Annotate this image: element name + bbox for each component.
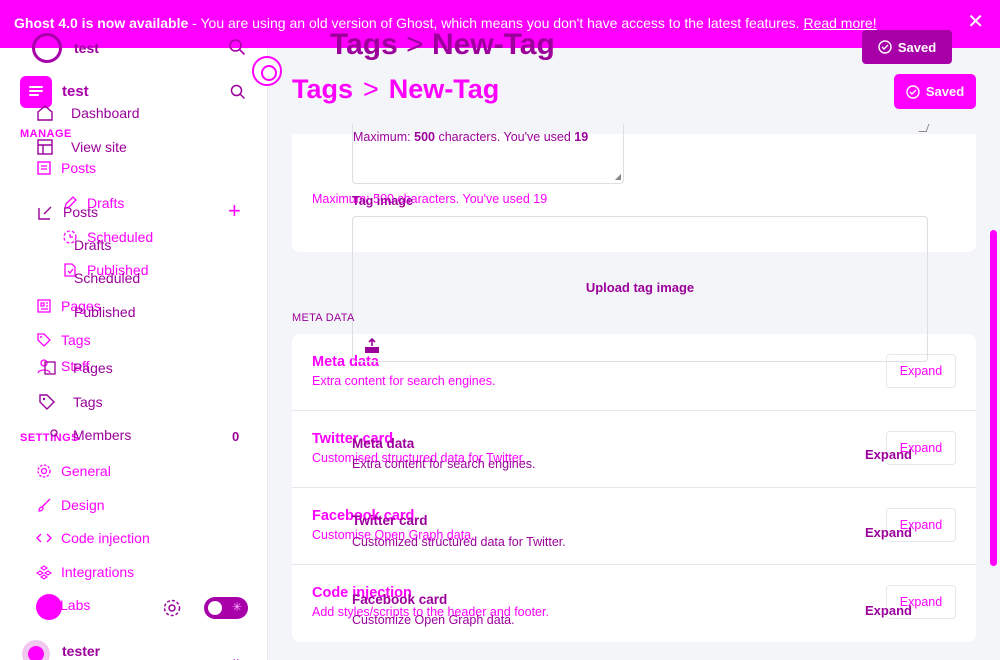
site-icon: [252, 56, 282, 86]
breadcrumb: Tags > New-Tag: [292, 74, 499, 105]
settings-gear-icon[interactable]: [162, 598, 182, 623]
brush-icon: [38, 498, 51, 512]
pages-icon: [37, 299, 51, 313]
saved-button[interactable]: Saved: [894, 74, 976, 109]
tag-icon: [37, 333, 51, 347]
check-circle-icon: [906, 84, 920, 99]
ghost-breadcrumb: Tags > New-Tag: [330, 28, 555, 61]
nav-published-back[interactable]: Published: [74, 304, 136, 320]
description-textarea[interactable]: Maximum: 500 characters. You've used 19 …: [352, 124, 624, 184]
close-icon[interactable]: ✕: [967, 12, 984, 32]
overlay-expand[interactable]: Expand: [865, 447, 912, 462]
nav-tags-back[interactable]: Tags: [38, 393, 103, 411]
breadcrumb-current: New-Tag: [388, 74, 500, 104]
char-count-hint: Maximum: 500 characters. You've used 19: [353, 130, 589, 144]
page-icon: [44, 361, 56, 375]
upload-icon[interactable]: [364, 337, 380, 359]
nav-drafts-back[interactable]: Drafts: [74, 237, 111, 253]
nav-view-site[interactable]: View site: [36, 138, 127, 156]
home-icon: [37, 105, 53, 121]
breadcrumb-root[interactable]: Tags: [292, 74, 353, 104]
overlay-desc: Extra content for search engines.: [352, 457, 536, 471]
overlay-title: Meta data: [352, 436, 415, 451]
overlay-expand[interactable]: Expand: [865, 525, 912, 540]
new-post-button[interactable]: +: [228, 200, 241, 222]
overlay-desc: Customize Open Graph data.: [352, 613, 515, 627]
ghost-search-icon: [228, 38, 246, 61]
nav-design[interactable]: Design: [36, 497, 105, 513]
resize-handle-icon[interactable]: [918, 124, 930, 132]
nav-labs[interactable]: Labs: [60, 597, 90, 613]
nav-tags[interactable]: Tags: [36, 332, 91, 348]
check-circle-icon: [878, 40, 892, 54]
banner-read-more-link[interactable]: Read more!: [803, 15, 876, 31]
breadcrumb-separator: >: [363, 74, 379, 104]
meta-row-desc: Extra content for search engines.: [312, 374, 496, 388]
ghost-saved-button: Saved: [862, 30, 952, 64]
gear-icon: [37, 464, 51, 478]
overlay-title: Twitter card: [352, 513, 428, 528]
section-label-meta-data: META DATA: [292, 312, 355, 324]
search-icon[interactable]: [230, 84, 246, 105]
ghost-logo-icon: [32, 33, 62, 63]
nav-integrations[interactable]: Integrations: [36, 564, 134, 580]
nav-general[interactable]: General: [36, 463, 111, 479]
dark-mode-toggle[interactable]: ✳: [204, 597, 248, 619]
sun-icon: ✳: [232, 600, 243, 614]
upload-tag-image-button[interactable]: Upload tag image: [292, 280, 988, 295]
tag-icon: [39, 394, 55, 410]
code-icon: [36, 533, 52, 543]
ghost-site-title: test: [74, 40, 99, 56]
chevron-down-icon[interactable]: ⌄: [231, 651, 241, 660]
layout-icon: [37, 139, 53, 155]
members-icon: [50, 429, 58, 437]
nav-posts[interactable]: Posts: [36, 160, 96, 176]
overlay-title: Facebook card: [352, 592, 448, 607]
nav-members[interactable]: Members: [48, 427, 131, 443]
char-count-hint-plain: Maximum: 500 characters. You've used 19: [312, 192, 548, 206]
scrollbar-thumb[interactable]: [990, 230, 997, 566]
tag-details-card: Maximum: 500 characters. You've used 19 …: [292, 124, 976, 362]
labs-avatar-icon: [36, 594, 62, 620]
overlay-desc: Customized structured data for Twitter.: [352, 535, 566, 549]
nav-dashboard[interactable]: Dashboard: [36, 104, 140, 122]
integrations-icon: [36, 565, 52, 580]
overlay-expand[interactable]: Expand: [865, 603, 912, 618]
posts-icon: [37, 161, 51, 175]
sidebar: test Dashboard MANAGE View site Posts Dr…: [0, 48, 268, 660]
nav-scheduled-back[interactable]: Scheduled: [74, 270, 140, 286]
nav-posts-edit[interactable]: Posts: [36, 203, 98, 221]
user-name[interactable]: tester: [62, 643, 100, 659]
members-count: 0: [232, 429, 240, 444]
nav-pages-back[interactable]: Pages: [42, 360, 113, 376]
nav-code-injection[interactable]: Code injection: [36, 530, 150, 546]
site-title: test: [62, 83, 89, 100]
user-avatar[interactable]: [22, 640, 50, 660]
site-logo-icon: [29, 86, 43, 96]
resize-handle-icon[interactable]: ◢: [615, 172, 621, 181]
tag-image-label: Tag image: [352, 194, 413, 208]
edit-icon: [38, 206, 52, 220]
